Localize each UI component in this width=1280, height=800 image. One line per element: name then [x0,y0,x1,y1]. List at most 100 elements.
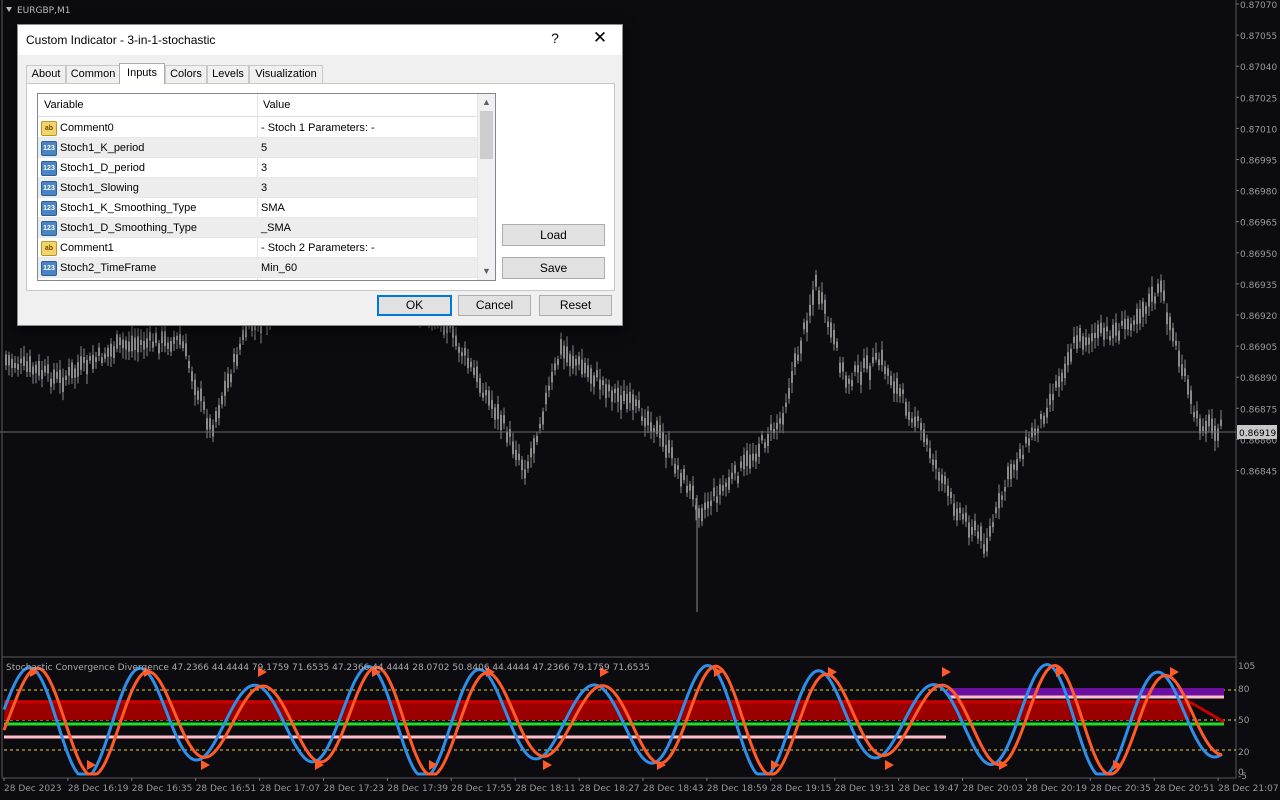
time-tick-label: 28 Dec 21:07 [1218,784,1279,794]
time-tick-label: 28 Dec 20:19 [1026,784,1087,794]
candle-body [584,362,586,374]
candle-body [641,416,643,421]
candle-body [794,353,796,367]
price-tick-label: 0.87025 [1240,94,1277,104]
candle-body [1070,348,1072,362]
load-button[interactable]: Load [502,224,605,246]
table-row[interactable]: ab Comment0 - Stoch 1 Parameters: - [38,118,477,138]
candle-body [599,379,601,390]
numeric-type-icon: 123 [41,261,57,276]
candle-body [98,347,100,356]
tab-visualization[interactable]: Visualization [249,65,323,83]
candle-body [1181,364,1183,376]
row-value[interactable]: - Stoch 2 Parameters: - [261,242,375,254]
candle-body [17,363,19,370]
candle-body [557,359,559,365]
candle-body [839,362,841,373]
candle-body [617,388,619,402]
table-row[interactable]: 123 Stoch1_D_period 3 [38,158,477,178]
candle-body [938,472,940,481]
candle-body [596,370,598,378]
row-variable: Comment0 [60,122,114,134]
candle-body [1022,454,1024,460]
table-row[interactable]: ab Comment1 - Stoch 2 Parameters: - [38,238,477,258]
candle-body [194,379,196,396]
candle-body [830,322,832,338]
row-variable: Stoch1_K_period [60,142,145,154]
dialog-titlebar[interactable]: Custom Indicator - 3-in-1-stochastic ? ✕ [18,25,622,55]
help-icon[interactable]: ? [546,30,564,50]
save-button[interactable]: Save [502,257,605,279]
candle-body [791,371,793,383]
row-value[interactable]: 5 [261,142,267,154]
close-icon[interactable]: ✕ [590,28,610,50]
row-value[interactable]: 3 [261,182,267,194]
tab-inputs[interactable]: Inputs [119,63,165,84]
candle-body [977,531,979,539]
candle-body [575,358,577,366]
candle-body [71,362,73,379]
candle-body [1154,296,1156,304]
tab-levels[interactable]: Levels [207,65,249,83]
price-tick-label: 0.86920 [1240,312,1277,322]
row-value[interactable]: 3 [261,162,267,174]
candle-body [878,359,880,366]
candle-body [887,368,889,376]
candle-body [131,335,133,352]
candle-body [950,491,952,498]
candle-body [1184,368,1186,377]
candle-body [1196,410,1198,419]
row-variable: Stoch1_K_Smoothing_Type [60,202,197,214]
candle-body [83,356,85,363]
table-row[interactable]: 123 Stoch1_K_Smoothing_Type SMA [38,198,477,218]
candle-body [869,365,871,380]
time-tick-label: 28 Dec 17:55 [451,784,512,794]
candle-body [212,425,214,437]
candle-body [1004,486,1006,492]
scroll-thumb[interactable] [480,111,493,159]
candle-body [1046,407,1048,418]
candle-body [1208,414,1210,427]
row-variable: Comment1 [60,242,114,254]
row-value[interactable]: _SMA [261,222,291,234]
candle-body [146,338,148,348]
candle-body [65,375,67,380]
candle-body [566,346,568,363]
candle-body [137,336,139,353]
candle-body [503,415,505,424]
candle-body [875,352,877,360]
table-row[interactable]: 123 Stoch1_K_period 5 [38,138,477,158]
candle-body [116,334,118,349]
table-row[interactable]: 123 Stoch1_Slowing 3 [38,178,477,198]
tab-colors[interactable]: Colors [165,65,207,83]
row-value[interactable]: - Stoch 1 Parameters: - [261,122,375,134]
scroll-down-icon[interactable]: ▼ [478,263,495,280]
candle-body [1172,328,1174,342]
reset-button[interactable]: Reset [539,295,612,316]
indicator-tick-label: 50 [1238,716,1250,726]
candle-body [1058,376,1060,388]
candle-body [932,459,934,466]
candle-body [749,454,751,469]
table-row[interactable]: 123 Stoch2_TimeFrame Min_60 [38,258,477,278]
table-row[interactable]: 123 Stoch1_D_Smoothing_Type _SMA [38,218,477,238]
tab-common[interactable]: Common [66,65,120,83]
scroll-up-icon[interactable]: ▲ [478,94,495,111]
candle-body [554,363,556,371]
row-value[interactable]: Min_60 [261,262,297,274]
candle-body [500,414,502,431]
candle-body [122,339,124,349]
candle-body [809,304,811,316]
candle-body [455,335,457,347]
time-tick-label: 28 Dec 17:23 [324,784,385,794]
table-scrollbar[interactable]: ▲ ▼ [477,94,495,280]
cancel-button[interactable]: Cancel [458,295,531,316]
candle-body [569,354,571,367]
candle-body [1220,419,1222,426]
tab-about[interactable]: About [26,65,66,83]
candle-body [140,340,142,345]
candle-body [614,388,616,393]
row-value[interactable]: SMA [261,202,285,214]
inputs-table: Variable Value ab Comment0 - Stoch 1 Par… [37,93,496,281]
ok-button[interactable]: OK [377,295,452,316]
